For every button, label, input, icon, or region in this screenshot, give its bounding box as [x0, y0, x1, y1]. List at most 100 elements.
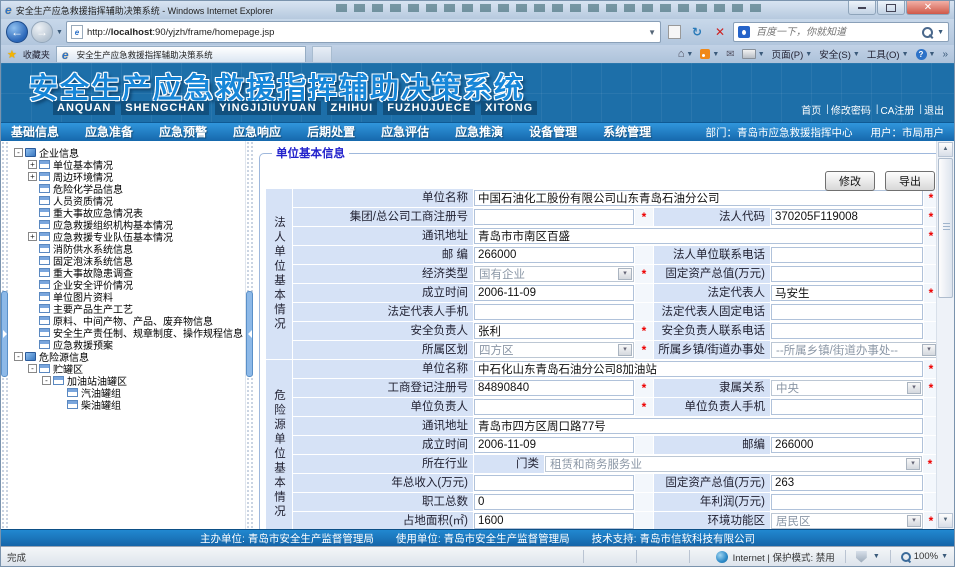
close-button[interactable]: ✕ [906, 1, 950, 15]
text-field[interactable] [474, 304, 634, 320]
tree-node[interactable]: 企业安全评价情况 [8, 278, 245, 290]
nav-menu-item[interactable]: 应急预警 [159, 125, 207, 139]
text-field[interactable] [474, 190, 923, 206]
select-field[interactable]: --所属乡镇/街道办事处--▾ [771, 342, 938, 358]
favorites-star-icon[interactable]: ★ [7, 48, 17, 61]
tree-collapse-icon[interactable]: - [42, 376, 51, 385]
tree-node[interactable]: +单位基本情况 [8, 158, 245, 170]
text-field[interactable] [771, 304, 923, 320]
page-menu[interactable]: 页面(P)▼ [772, 47, 813, 61]
text-field[interactable] [474, 361, 923, 377]
tree-node[interactable]: +周边环境情况 [8, 170, 245, 182]
search-icon[interactable] [922, 27, 933, 38]
dropdown-arrow-icon[interactable]: ▾ [922, 344, 936, 356]
text-field[interactable] [474, 209, 634, 225]
text-field[interactable] [474, 228, 923, 244]
vertical-scrollbar[interactable]: ▲ ▼ [936, 141, 954, 529]
search-input[interactable] [754, 26, 918, 39]
maximize-button[interactable] [877, 1, 905, 15]
toolbar-overflow-button[interactable]: » [942, 49, 948, 60]
print-button[interactable]: ▼ [742, 49, 765, 59]
tree-node[interactable]: -危险源信息 [8, 350, 245, 362]
tree-collapse-icon[interactable]: - [14, 352, 23, 361]
text-field[interactable] [771, 285, 923, 301]
text-field[interactable] [474, 418, 923, 434]
tree-collapse-icon[interactable]: - [14, 148, 23, 157]
text-field[interactable] [474, 380, 634, 396]
search-dropdown-icon[interactable]: ▼ [937, 29, 944, 36]
scrollbar-thumb[interactable] [938, 158, 953, 298]
nav-menu-item[interactable]: 应急准备 [85, 125, 133, 139]
header-link[interactable]: 修改密码 [831, 102, 871, 117]
text-field[interactable] [771, 475, 923, 491]
nav-menu-item[interactable]: 应急响应 [233, 125, 281, 139]
safety-menu[interactable]: 安全(S)▼ [819, 47, 860, 61]
text-field[interactable] [474, 437, 634, 453]
text-field[interactable] [474, 475, 634, 491]
tree-expand-icon[interactable]: + [28, 172, 37, 181]
text-field[interactable] [474, 323, 634, 339]
history-dropdown-icon[interactable]: ▼ [56, 29, 63, 36]
tree-node[interactable]: 危险化学品信息 [8, 182, 245, 194]
text-field[interactable] [474, 494, 634, 510]
tree-node[interactable]: 汽油罐组 [8, 386, 245, 398]
nav-menu-item[interactable]: 后期处置 [307, 125, 355, 139]
select-field[interactable]: 居民区▾ [771, 513, 923, 529]
nav-menu-item[interactable]: 系统管理 [603, 125, 651, 139]
dropdown-arrow-icon[interactable]: ▾ [907, 515, 921, 527]
tools-menu[interactable]: 工具(O)▼ [867, 47, 909, 61]
header-link[interactable]: CA注册 [880, 102, 914, 117]
select-field[interactable]: 中央▾ [771, 380, 923, 396]
select-field[interactable]: 国有企业▾ [474, 266, 634, 282]
address-dropdown-icon[interactable]: ▼ [648, 28, 656, 37]
text-field[interactable] [474, 513, 634, 529]
export-button[interactable]: 导出 [885, 171, 935, 191]
dropdown-arrow-icon[interactable]: ▾ [618, 268, 632, 280]
tree-expand-icon[interactable]: + [28, 232, 37, 241]
nav-menu-item[interactable]: 基础信息 [11, 125, 59, 139]
left-splitter-handle[interactable] [1, 291, 8, 377]
header-link[interactable]: 退出 [924, 102, 944, 117]
text-field[interactable] [771, 266, 923, 282]
dropdown-arrow-icon[interactable]: ▾ [906, 458, 920, 470]
dropdown-arrow-icon[interactable]: ▾ [907, 382, 921, 394]
nav-menu-item[interactable]: 应急推演 [455, 125, 503, 139]
tree-node[interactable]: 安全生产责任制、规章制度、操作规程信息 [8, 326, 245, 338]
select-field[interactable]: 租赁和商务服务业▾ [545, 456, 922, 472]
text-field[interactable] [771, 399, 923, 415]
select-field[interactable]: 四方区▾ [474, 342, 634, 358]
text-field[interactable] [474, 399, 634, 415]
minimize-button[interactable] [848, 1, 876, 15]
back-button[interactable]: ← [6, 21, 28, 43]
search-box[interactable]: ▼ [733, 22, 949, 42]
text-field[interactable] [771, 323, 923, 339]
help-menu[interactable]: ?▼ [916, 49, 936, 60]
favorites-button[interactable]: 收藏夹 [23, 48, 50, 61]
text-field[interactable] [771, 494, 923, 510]
tree-node[interactable]: -加油站油罐区 [8, 374, 245, 386]
text-field[interactable] [474, 285, 634, 301]
tree-expand-icon[interactable]: + [28, 160, 37, 169]
filter-status-button[interactable]: ▼ [856, 551, 880, 563]
address-bar[interactable]: e http://localhost:90/yjzh/frame/homepag… [66, 21, 661, 43]
dropdown-arrow-icon[interactable]: ▾ [618, 344, 632, 356]
refresh-button[interactable]: ↻ [687, 22, 707, 42]
nav-menu-item[interactable]: 应急评估 [381, 125, 429, 139]
new-tab-button[interactable] [312, 46, 332, 62]
text-field[interactable] [771, 209, 923, 225]
header-link[interactable]: 首页 [801, 102, 821, 117]
tree-collapse-icon[interactable]: - [28, 364, 37, 373]
tree-node[interactable]: -企业信息 [8, 146, 245, 158]
feeds-button[interactable]: ▼ [700, 49, 719, 59]
tree-splitter-handle[interactable] [246, 291, 253, 377]
scroll-up-button[interactable]: ▲ [938, 142, 953, 157]
zoom-button[interactable]: 100% ▼ [901, 551, 948, 562]
home-button[interactable]: ⌂▼ [678, 48, 694, 60]
browser-tab[interactable]: e 安全生产应急救援指挥辅助决策系统 [56, 46, 306, 62]
text-field[interactable] [771, 247, 923, 263]
modify-button[interactable]: 修改 [825, 171, 875, 191]
text-field[interactable] [771, 437, 923, 453]
stop-button[interactable]: ✕ [710, 22, 730, 42]
scroll-down-button[interactable]: ▼ [938, 513, 953, 528]
forward-button[interactable]: → [31, 21, 53, 43]
